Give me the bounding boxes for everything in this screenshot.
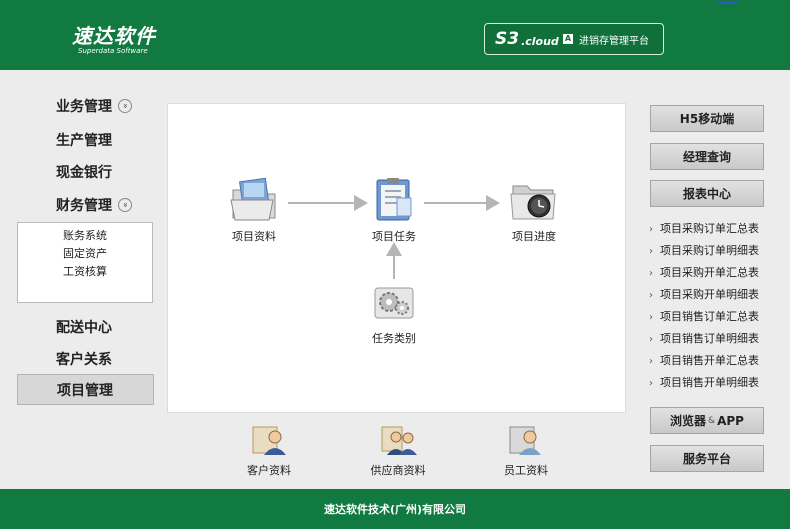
chevron-right-icon: › (649, 246, 653, 257)
employee-icon (509, 426, 541, 455)
node-label: 任务类别 (372, 332, 416, 345)
report-link[interactable]: › 项目销售开单汇总表 (649, 352, 759, 368)
corner-decoration (716, 0, 740, 4)
report-link[interactable]: › 项目销售开单明细表 (649, 374, 759, 390)
chevron-right-icon: › (649, 312, 653, 323)
report-link[interactable]: › 项目采购开单明细表 (649, 286, 759, 302)
flow-panel: 项目资料 项目任务 项目进度 任务类别 (167, 103, 626, 413)
brand-badge: A (562, 34, 574, 44)
logo-subtitle: Superdata Software (78, 47, 148, 55)
logo-text: 速达软件 (72, 24, 156, 48)
clipboard-task-icon (376, 178, 412, 221)
nav-item-label: 生产管理 (56, 133, 112, 149)
link-supplier-info[interactable]: 供应商资料 (362, 423, 434, 478)
chevron-down-icon[interactable]: » (118, 198, 132, 212)
browser-label: 浏览器 (670, 414, 707, 428)
node-label: 项目资料 (232, 230, 276, 243)
footer-company: 速达软件技术(广州)有限公司 (323, 503, 467, 516)
report-link[interactable]: › 项目销售订单汇总表 (649, 308, 759, 324)
folder-clock-icon (510, 185, 556, 220)
chevron-right-icon: › (649, 378, 653, 389)
nav-item-label: 现金银行 (56, 165, 112, 181)
flow-arrows (288, 195, 500, 279)
report-label: 项目采购开单汇总表 (660, 266, 759, 279)
browser-app-button[interactable]: 浏览器 & APP (650, 407, 764, 434)
product-badge: S3 .cloud A 进销存管理平台 (484, 23, 664, 55)
chevron-right-icon: › (649, 290, 653, 301)
report-label: 项目销售订单汇总表 (660, 310, 759, 323)
brand-cloud: .cloud (521, 34, 559, 48)
nav-item-business[interactable]: 业务管理 » (56, 96, 132, 116)
app-label: APP (717, 413, 744, 428)
chevron-right-icon: › (649, 268, 653, 279)
report-label: 项目销售订单明细表 (660, 332, 759, 345)
logo: 速达软件 Superdata Software (72, 20, 156, 55)
customer-icon (252, 426, 286, 455)
report-label: 项目销售开单汇总表 (660, 354, 759, 367)
submenu-item-fixed-assets[interactable]: 固定资产 (18, 245, 152, 261)
report-label: 项目采购开单明细表 (660, 288, 759, 301)
report-link[interactable]: › 项目销售订单明细表 (649, 330, 759, 346)
nav-item-crm[interactable]: 客户关系 (56, 349, 112, 369)
nav-item-cash-bank[interactable]: 现金银行 (56, 162, 112, 182)
link-customer-info[interactable]: 客户资料 (237, 423, 301, 478)
node-project-tasks[interactable]: 项目任务 (358, 176, 430, 244)
node-label: 项目任务 (372, 230, 416, 243)
node-task-category[interactable]: 任务类别 (358, 280, 430, 346)
app-window: 速达软件 Superdata Software S3 .cloud A 进销存管… (0, 0, 790, 529)
amp-label: & (708, 415, 716, 426)
link-employee-info[interactable]: 员工资料 (494, 423, 558, 478)
nav-item-project-active[interactable]: 项目管理 (17, 374, 154, 405)
submenu-item-accounting[interactable]: 账务系统 (18, 227, 152, 243)
nav-item-finance[interactable]: 财务管理 » (56, 195, 132, 215)
gears-icon (374, 287, 414, 319)
nav-item-distribution[interactable]: 配送中心 (56, 317, 112, 337)
h5-mobile-button[interactable]: H5移动端 (650, 105, 764, 132)
finance-submenu: 账务系统 固定资产 工资核算 (17, 222, 153, 303)
report-center-button[interactable]: 报表中心 (650, 180, 764, 207)
nav-item-label: 客户关系 (56, 352, 112, 368)
node-label: 项目进度 (512, 230, 556, 243)
nav-item-production[interactable]: 生产管理 (56, 130, 112, 150)
nav-item-label: 配送中心 (56, 320, 112, 336)
report-label: 项目采购订单明细表 (660, 244, 759, 257)
report-label: 项目销售开单明细表 (660, 376, 759, 389)
header-bar: 速达软件 Superdata Software S3 .cloud A 进销存管… (0, 0, 790, 70)
nav-item-label: 业务管理 (56, 99, 112, 115)
report-link[interactable]: › 项目采购订单汇总表 (649, 220, 759, 236)
link-label: 员工资料 (504, 464, 548, 477)
service-platform-button[interactable]: 服务平台 (650, 445, 764, 472)
chevron-right-icon: › (649, 224, 653, 235)
chevron-down-icon[interactable]: » (118, 99, 132, 113)
nav-item-label: 财务管理 (56, 198, 112, 214)
brand-s3: S3 (495, 29, 520, 49)
submenu-item-payroll[interactable]: 工资核算 (18, 263, 152, 279)
node-project-materials[interactable]: 项目资料 (218, 176, 290, 244)
folder-documents-icon (230, 177, 276, 221)
report-label: 项目采购订单汇总表 (660, 222, 759, 235)
supplier-icon (381, 426, 417, 455)
chevron-right-icon: › (649, 356, 653, 367)
manager-query-button[interactable]: 经理查询 (650, 143, 764, 170)
footer-bar: 速达软件技术(广州)有限公司 (0, 489, 790, 529)
chevron-right-icon: › (649, 334, 653, 345)
report-link[interactable]: › 项目采购开单汇总表 (649, 264, 759, 280)
brand-name: 进销存管理平台 (579, 35, 650, 47)
link-label: 客户资料 (247, 464, 291, 477)
report-link[interactable]: › 项目采购订单明细表 (649, 242, 759, 258)
node-project-progress[interactable]: 项目进度 (498, 176, 570, 244)
link-label: 供应商资料 (370, 464, 426, 477)
